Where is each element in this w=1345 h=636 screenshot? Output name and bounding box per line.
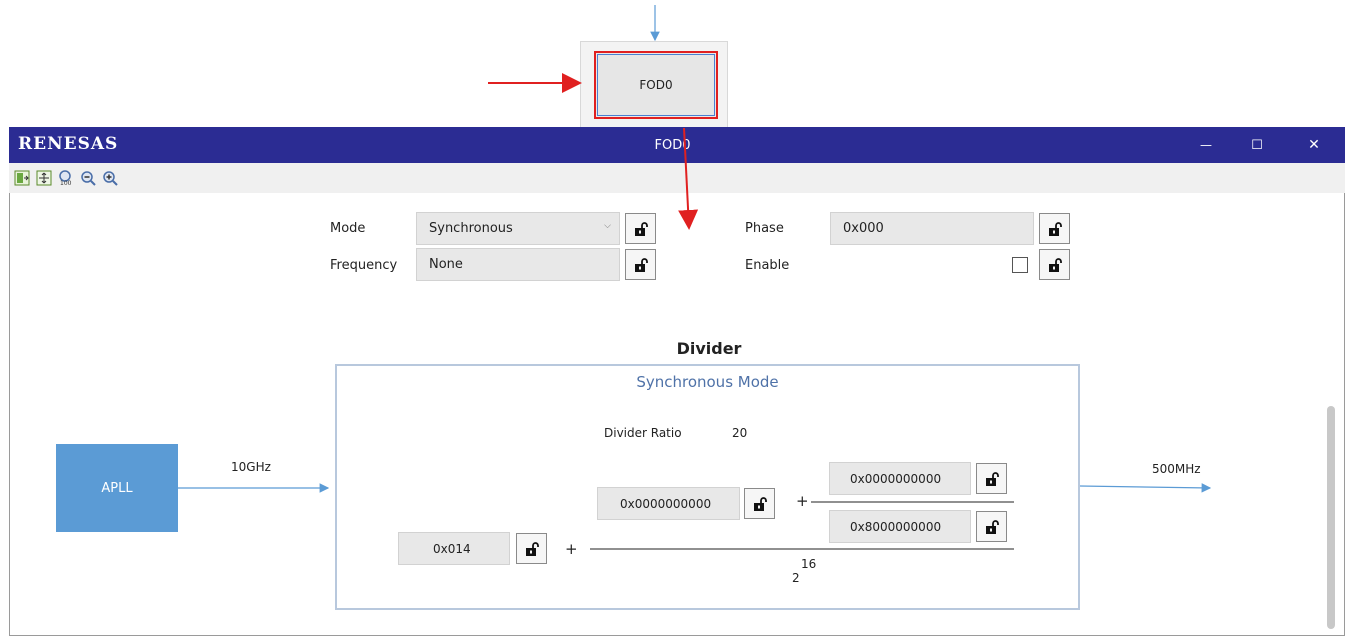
annotation-arrow-vertical <box>678 127 699 230</box>
output-connector <box>1079 483 1212 493</box>
connector-overlay <box>178 5 1212 550</box>
